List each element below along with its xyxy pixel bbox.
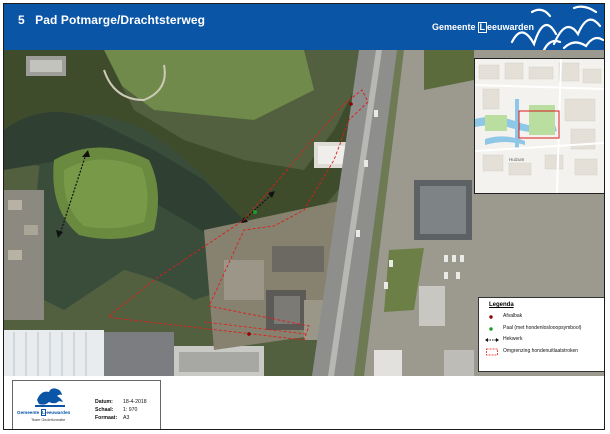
scale-value: 1: 970 bbox=[123, 407, 138, 413]
inset-place-label: Huizum bbox=[509, 157, 525, 162]
org-prefix: Gemeente bbox=[17, 410, 40, 415]
format-label: Formaat: bbox=[95, 415, 118, 421]
legend-label: Hekwerk bbox=[503, 336, 523, 342]
format-value: A3 bbox=[123, 415, 130, 421]
legend-title: Legenda bbox=[489, 302, 514, 308]
waste-bin-marker bbox=[349, 102, 353, 106]
brand-l-box: L bbox=[477, 22, 488, 33]
municipality-lion-logo-icon bbox=[35, 388, 65, 407]
map-number: 5 bbox=[18, 13, 25, 27]
post-marker bbox=[253, 210, 257, 214]
legend-item-waste-bin: Afvalbak bbox=[485, 312, 604, 322]
date-value: 18-4-2018 bbox=[123, 399, 147, 405]
brand-swoosh-icon bbox=[510, 5, 604, 50]
legend-label: Paal (met hondenloslooopsymbool) bbox=[503, 325, 582, 331]
fence-arrow-icon bbox=[485, 338, 499, 342]
dashed-red-box-icon bbox=[486, 348, 498, 356]
legend: Legenda Afvalbak Paal (met hondenloslooo… bbox=[478, 297, 604, 372]
header-bar: 5 Pad Potmarge/Drachtsterweg Gemeente Lee… bbox=[4, 4, 604, 50]
waste-bin-marker bbox=[247, 332, 251, 336]
legend-label: Afvalbak bbox=[503, 313, 523, 319]
legend-item-post: Paal (met hondenloslooopsymbool) bbox=[485, 324, 604, 334]
brand-prefix: Gemeente bbox=[432, 22, 476, 32]
scale-label: Schaal: bbox=[95, 407, 114, 413]
dark-red-dot-icon bbox=[489, 315, 493, 319]
green-dot-icon bbox=[489, 327, 493, 331]
date-label: Datum: bbox=[95, 399, 113, 405]
legend-item-fence: Hekwerk bbox=[485, 335, 604, 345]
map-frame: 5 Pad Potmarge/Drachtsterweg Gemeente Lee… bbox=[3, 3, 605, 430]
map-title: 5 Pad Potmarge/Drachtsterweg bbox=[18, 13, 205, 27]
legend-label: Omgrenzing hondenuitlaatstroken bbox=[503, 348, 579, 354]
title-block-team: Team Geoinformatie bbox=[31, 418, 66, 422]
title-block-org: Gemeente Leeuwarden bbox=[17, 409, 70, 416]
map-title-text: Pad Potmarge/Drachtsterweg bbox=[35, 13, 206, 27]
legend-item-boundary: Omgrenzing hondenuitlaatstroken bbox=[485, 347, 604, 357]
title-block: Gemeente Leeuwarden Team Geoinformatie D… bbox=[12, 380, 161, 429]
overview-map: Huizum bbox=[475, 59, 604, 193]
overview-inset-map: Huizum bbox=[474, 58, 604, 194]
org-rest: eeuwarden bbox=[46, 410, 71, 415]
